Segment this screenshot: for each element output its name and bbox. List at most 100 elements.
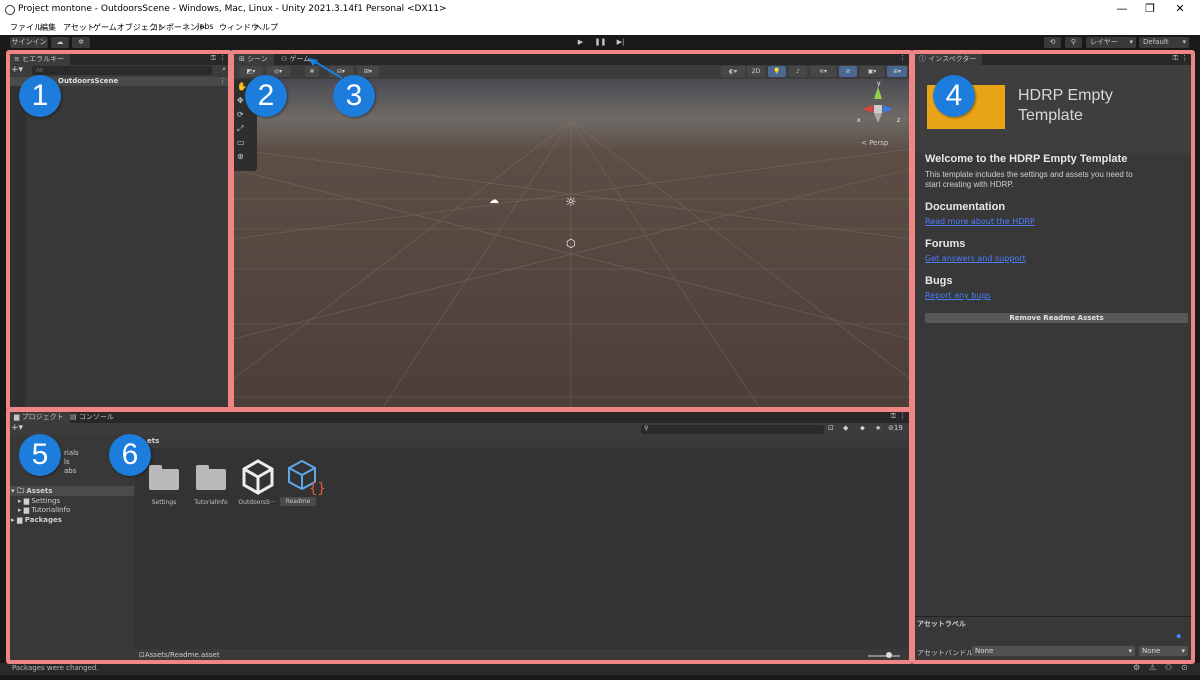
close-button[interactable]: ✕ <box>1165 2 1195 15</box>
lighting-icon[interactable]: 💡 <box>768 66 786 77</box>
menu-help[interactable]: ヘルプ <box>254 22 278 33</box>
documentation-heading: Documentation <box>925 201 1006 213</box>
status-icon-2[interactable]: ⚠ <box>1149 663 1156 672</box>
tree-packages[interactable]: ▸ ▆ Packages <box>11 516 62 524</box>
inspector-more-icon[interactable]: ⋮ <box>1181 54 1188 62</box>
forums-link[interactable]: Get answers and support <box>925 254 1026 263</box>
project-asset-grid: ets Settings TutorialInfo OutdoorsS··· {… <box>135 435 910 663</box>
volume-cube-icon[interactable]: ⬡ <box>566 237 576 250</box>
rotate-tool-icon[interactable]: ⟳ <box>237 110 244 119</box>
tab-console[interactable]: ▤ コンソール <box>64 411 120 423</box>
minimize-button[interactable]: — <box>1107 2 1137 15</box>
tree-assets-row[interactable]: ▾ 🗀 Assets <box>8 486 134 496</box>
remove-readme-button[interactable]: Remove Readme Assets <box>925 313 1188 323</box>
cloud-object-icon[interactable]: ☁ <box>489 195 499 206</box>
lock-icon[interactable]: ⚿ <box>211 54 216 63</box>
bugs-link[interactable]: Report any bugs <box>925 291 991 300</box>
status-icon-1[interactable]: ⚙ <box>1133 663 1140 672</box>
signin-button[interactable]: サインイン <box>10 37 48 48</box>
maximize-button[interactable]: ❐ <box>1135 2 1165 15</box>
hierarchy-tabbar: ≡ ヒエラルキー ⚿ ⋮ <box>8 53 230 65</box>
folder-settings-icon[interactable] <box>149 465 179 490</box>
badge-1: 1 <box>19 75 61 117</box>
hierarchy-gutter <box>8 86 26 407</box>
variant-value: None <box>1142 647 1161 655</box>
menu-jobs[interactable]: Jobs <box>197 22 214 31</box>
layout-dropdown[interactable]: Default ▾ <box>1139 37 1189 48</box>
menu-file[interactable]: ファイル <box>10 22 42 33</box>
asset-breadcrumb[interactable]: ets <box>147 437 159 445</box>
add-icon[interactable]: +▾ <box>11 65 23 75</box>
status-icon-3[interactable]: ⚇ <box>1165 663 1172 672</box>
pause-icon[interactable]: ❚❚ <box>592 37 609 48</box>
folder-tutorialinfo-icon[interactable] <box>196 465 226 490</box>
scene-panel: ⊞ シーン ⚇ ゲーム ⋮ ◩▾ ◎▾ # ⊟▾ ⊞▾ ◐▾ 2D 💡 ♪ ≋▾… <box>233 53 910 407</box>
history-icon[interactable]: ⟲ <box>1044 37 1061 48</box>
rect-tool-icon[interactable]: ▭ <box>237 138 245 147</box>
inspector-lock-icon[interactable]: ⚿ <box>1173 54 1178 63</box>
effects-icon[interactable]: ≋▾ <box>810 66 836 77</box>
scale-tool-icon[interactable]: ⤢ <box>237 124 243 134</box>
camera-settings-icon[interactable]: ▣▾ <box>860 66 884 77</box>
cloud-icon[interactable]: ☁ <box>51 37 69 48</box>
search-icon[interactable]: ⚲ <box>1065 37 1082 48</box>
audio-icon[interactable]: ♪ <box>789 66 807 77</box>
unity-scene-asset-icon[interactable] <box>241 459 275 495</box>
hierarchy-search-input[interactable] <box>32 66 212 75</box>
inspector-divider <box>913 616 1192 617</box>
search-by-label-icon[interactable]: ◆ <box>843 424 848 432</box>
status-icon-4[interactable]: ⊙ <box>1181 663 1188 672</box>
search-by-type-icon[interactable]: ⊡ <box>828 424 834 432</box>
hidden-packages-icon[interactable]: ⊘19 <box>888 424 903 432</box>
tree-tutorialinfo[interactable]: ▸ ▆ TutorialInfo <box>18 506 70 514</box>
bugs-heading: Bugs <box>925 275 953 287</box>
favorite-star-icon[interactable]: ★ <box>875 424 881 432</box>
sun-light-icon[interactable]: ☼ <box>565 195 577 210</box>
project-add-icon[interactable]: +▾ <box>11 423 23 433</box>
tag-icon[interactable]: ⬥ <box>860 424 865 433</box>
zoom-slider-handle[interactable] <box>886 652 892 658</box>
transform-tool-icon[interactable]: ⊛ <box>237 152 244 161</box>
documentation-link[interactable]: Read more about the HDRP <box>925 217 1035 226</box>
step-icon[interactable]: ▶| <box>612 37 629 48</box>
gizmos-icon[interactable]: ⊕▾ <box>887 66 907 77</box>
persp-label[interactable]: < Persp <box>861 139 888 147</box>
tab-hierarchy[interactable]: ≡ ヒエラルキー <box>8 53 71 65</box>
favorite-item-1[interactable]: rials <box>64 449 79 457</box>
hidden-objects-icon[interactable]: ⊘ <box>839 66 857 77</box>
play-icon[interactable]: ▶ <box>572 37 589 48</box>
tab-inspector[interactable]: ⓘ インスペクター <box>913 53 983 65</box>
label-tag-icon[interactable]: ◆ <box>1176 632 1181 640</box>
move-tool-icon[interactable]: ✥ <box>237 96 244 105</box>
scene-more-icon[interactable]: ⋮ <box>899 54 906 62</box>
tab-scene[interactable]: ⊞ シーン <box>233 53 274 65</box>
toggle-2d-button[interactable]: 2D <box>747 66 765 77</box>
shading-mode-icon[interactable]: ◐▾ <box>721 66 745 77</box>
tab-project[interactable]: ▆ プロジェクト <box>8 411 70 423</box>
menu-assets[interactable]: アセット <box>63 22 95 33</box>
readme-asset-icon[interactable]: {} <box>287 459 327 495</box>
callout-arrow <box>308 58 343 79</box>
layers-dropdown[interactable]: レイヤー ▾ <box>1086 37 1136 48</box>
tree-settings[interactable]: ▸ ▆ Settings <box>18 497 60 505</box>
badge-4: 4 <box>933 75 975 117</box>
asset-bundle-dropdown[interactable]: None ▾ <box>972 646 1135 656</box>
zoom-slider[interactable] <box>868 655 900 657</box>
collab-icon[interactable]: ✲ <box>72 37 90 48</box>
asset-variant-dropdown[interactable]: None ▾ <box>1139 646 1188 656</box>
menu-window[interactable]: ウィンドウ <box>219 22 259 33</box>
favorite-item-2[interactable]: ls <box>64 458 70 466</box>
inspector-panel: ⓘ インスペクター ⚿ ⋮ HDRP Empty Template Welcom… <box>913 53 1192 663</box>
search-filter-icon[interactable]: ⌕ <box>222 65 226 74</box>
menu-edit[interactable]: 編集 <box>40 22 56 33</box>
scene-more-icon[interactable]: ⋮ <box>219 77 226 85</box>
project-more-icon[interactable]: ⋮ <box>899 412 906 420</box>
svg-text:{}: {} <box>309 481 326 495</box>
badge-5: 5 <box>19 434 61 476</box>
project-search-input[interactable] <box>641 425 824 434</box>
favorite-item-3[interactable]: abs <box>64 467 76 475</box>
project-lock-icon[interactable]: ⚿ <box>891 412 896 421</box>
more-icon[interactable]: ⋮ <box>219 54 226 62</box>
scene-viewport[interactable]: ✋ ✥ ⟳ ⤢ ▭ ⊛ ☁ ☼ ⬡ y x z < Persp <box>233 79 910 407</box>
inspector-tabbar: ⓘ インスペクター ⚿ ⋮ <box>913 53 1192 65</box>
